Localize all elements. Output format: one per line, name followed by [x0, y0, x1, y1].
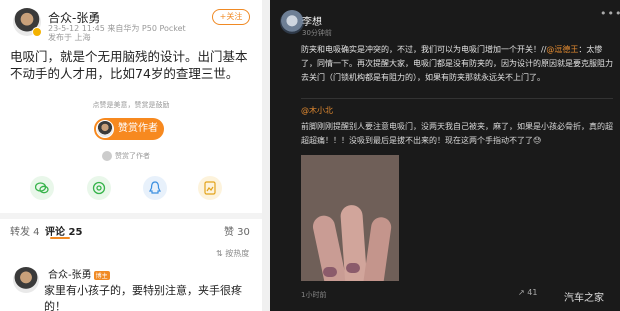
- share-count-value: 41: [527, 288, 538, 297]
- verified-badge-icon: [32, 27, 42, 37]
- quoted-photo[interactable]: [301, 155, 399, 281]
- quoted-text: 前脚刚刚提醒别人要注意电吸门，没两天我自己被夹，麻了，如果是小孩必骨折，真的超超…: [301, 122, 613, 145]
- sort-label: 按热度: [225, 249, 250, 258]
- tab-comment[interactable]: 评论 25: [45, 223, 82, 238]
- rewarder-avatar-icon: [102, 151, 112, 161]
- commenter-name-text: 合众-张勇: [48, 270, 92, 281]
- repost-text-before: 防夹和电吸确实是冲突的，不过，我们可以为电吸门增加一个开关！//: [301, 45, 547, 54]
- more-options-icon[interactable]: •••: [600, 7, 620, 20]
- tab-like[interactable]: 赞 30: [224, 223, 250, 238]
- panel-separator: [262, 0, 270, 311]
- reward-hint: 点赞是美意，赞赏是鼓励: [92, 101, 170, 109]
- reward-author-button[interactable]: 赞赏作者: [94, 118, 164, 140]
- mention-link[interactable]: @逗德王: [546, 45, 578, 54]
- sort-icon: ⇅: [216, 249, 226, 258]
- watermark: 汽车之家: [564, 293, 604, 304]
- qq-icon[interactable]: [143, 176, 167, 200]
- repost-text: 防夹和电吸确实是冲突的，不过，我们可以为电吸门增加一个开关！//@逗德王：太惨了…: [301, 43, 613, 85]
- wechat-icon[interactable]: [30, 176, 54, 200]
- comment-text: 家里有小孩子的，要特别注意，夹手很疼的！: [44, 284, 242, 311]
- repost-time: 30分钟前: [302, 29, 332, 37]
- reward-avatar: [96, 120, 114, 138]
- reward-button-label: 赞赏作者: [118, 123, 158, 134]
- sort-by-hot-button[interactable]: ⇅ 按热度: [216, 248, 249, 259]
- reposter-name[interactable]: 李想: [302, 13, 322, 28]
- active-tab-indicator: [50, 237, 70, 239]
- reposter-avatar[interactable]: [280, 10, 304, 34]
- share-count[interactable]: ↗ 41: [518, 288, 543, 297]
- post-text: 电吸门，就是个无用脑残的设计。出门基本不动手的人才用，比如74岁的查理三世。: [10, 49, 248, 81]
- quoted-author-link[interactable]: @木小北: [301, 105, 333, 116]
- comment-tabs: 转发 4 评论 25 赞 30: [0, 219, 262, 241]
- follow-button[interactable]: +关注: [212, 9, 250, 25]
- rewarded-label: 赞赏了作者: [115, 152, 150, 160]
- commenter-avatar[interactable]: [13, 267, 39, 293]
- quoted-time: 1小时前: [301, 291, 327, 299]
- tab-repost[interactable]: 转发 4: [10, 223, 40, 238]
- repost-panel: 李想 30分钟前 ••• 防夹和电吸确实是冲突的，不过，我们可以为电吸门增加一个…: [270, 0, 620, 311]
- save-image-icon[interactable]: [198, 176, 222, 200]
- post-ip-location: 发布于 上海: [48, 33, 91, 42]
- weibo-post-panel: 合众-张勇 23-5-12 11:45 来自华为 P50 Pocket 发布于 …: [0, 0, 262, 311]
- author-tag-badge: 博主: [93, 270, 110, 280]
- rewarded-row[interactable]: 赞赏了作者: [102, 151, 150, 161]
- quote-divider: [301, 98, 613, 99]
- commenter-name[interactable]: 合众-张勇 博主: [48, 266, 110, 281]
- moments-icon[interactable]: [87, 176, 111, 200]
- stats-row: ↗ 41: [518, 288, 549, 297]
